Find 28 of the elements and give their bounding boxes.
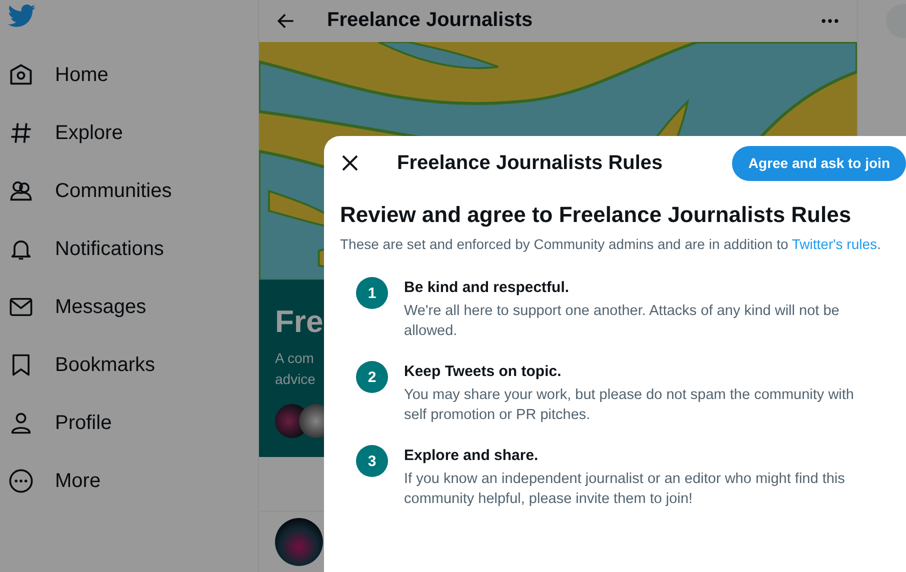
rule-title: Explore and share. (404, 446, 540, 466)
close-icon[interactable] (340, 153, 360, 173)
bird-logo-icon[interactable] (8, 4, 36, 28)
nav-item[interactable]: More (8, 452, 101, 510)
nav-item[interactable]: Messages (8, 278, 146, 336)
nav-item[interactable]: Profile (8, 394, 112, 452)
rule-number: 3 (356, 445, 388, 477)
community-name: Fre (275, 304, 324, 340)
rule-title: Be kind and respectful. (404, 278, 570, 298)
agree-join-button[interactable]: Agree and ask to join (732, 146, 906, 180)
more-icon (8, 468, 34, 494)
nav-item[interactable]: Bookmarks (8, 336, 156, 394)
rule-text: If you know an independent journalist or an editor who might find this community helpful, please invite them to join! (404, 470, 846, 509)
intro-text: These are set and enforced by Community admins and are in addition to Twitter's rules. (340, 235, 882, 254)
community-description: A com advice (275, 349, 316, 390)
rule-number: 1 (356, 277, 388, 309)
nav-item[interactable]: Communities (8, 162, 172, 220)
page-title: Freelance Journalists (327, 9, 534, 32)
rule-number: 2 (356, 361, 388, 393)
rule-title: Keep Tweets on topic. (404, 362, 562, 382)
rule-text: You may share your work, but please do not spam the community with self promotion or PR pitches. (404, 386, 855, 425)
rule-text: We're all here to support one another. Attacks of any kind will not be allowed. (404, 302, 840, 341)
nav-item[interactable]: Notifications (8, 220, 164, 278)
nav-item[interactable]: Explore (8, 104, 123, 162)
dialog-title: Freelance Journalists Rules (397, 152, 664, 174)
avatar (275, 518, 323, 566)
dialog-heading: Review and agree to Freelance Journalists Rules (340, 201, 852, 229)
nav-item[interactable]: Home (8, 46, 108, 104)
